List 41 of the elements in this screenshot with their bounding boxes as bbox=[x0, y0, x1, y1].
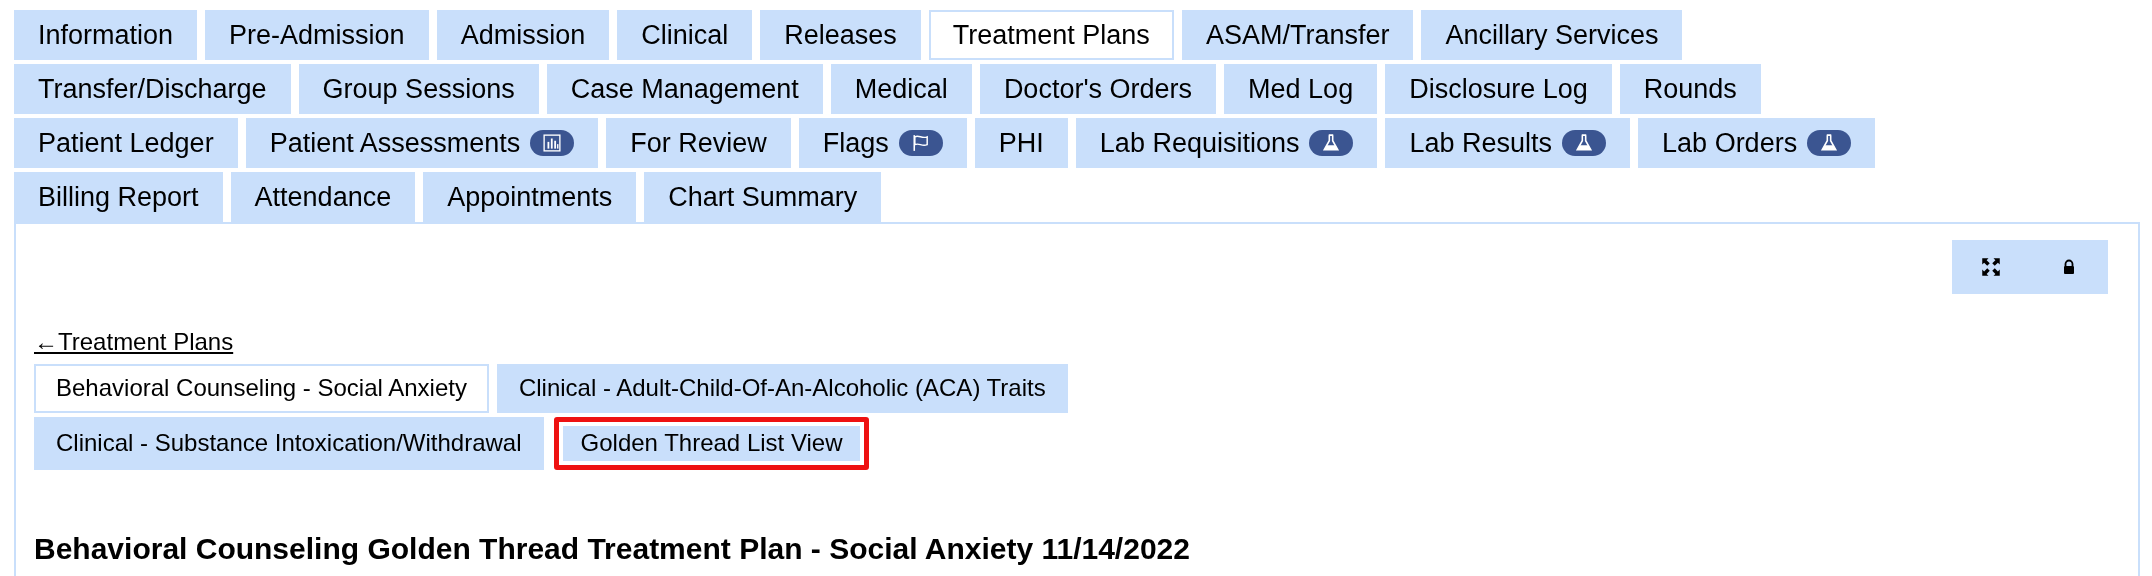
expand-icon bbox=[1981, 257, 2001, 277]
tab[interactable]: Ancillary Services bbox=[1421, 10, 1683, 60]
tab[interactable]: Lab Results bbox=[1385, 118, 1631, 168]
tab[interactable]: Case Management bbox=[546, 64, 823, 114]
tab[interactable]: Flags bbox=[798, 118, 967, 168]
tab[interactable]: Lab Requisitions bbox=[1075, 118, 1378, 168]
tab[interactable]: Med Log bbox=[1224, 64, 1378, 114]
tab[interactable]: For Review bbox=[606, 118, 791, 168]
tab[interactable]: Treatment Plans bbox=[928, 10, 1174, 60]
tab[interactable]: ASAM/Transfer bbox=[1181, 10, 1414, 60]
tab[interactable]: Pre-Admission bbox=[205, 10, 429, 60]
tab[interactable]: PHI bbox=[974, 118, 1068, 168]
plan-tab[interactable]: Clinical - Substance Intoxication/Withdrawal bbox=[34, 416, 544, 470]
tab[interactable]: Releases bbox=[760, 10, 921, 60]
tab[interactable]: Transfer/Discharge bbox=[14, 64, 291, 114]
tab[interactable]: Disclosure Log bbox=[1385, 64, 1612, 114]
tab[interactable]: Rounds bbox=[1619, 64, 1761, 114]
bar-chart-icon bbox=[543, 134, 562, 152]
tab[interactable]: Chart Summary bbox=[644, 172, 882, 222]
tab[interactable]: Admission bbox=[436, 10, 610, 60]
tab[interactable]: Clinical bbox=[617, 10, 753, 60]
plan-tab[interactable]: Clinical - Adult-Child-Of-An-Alcoholic (ACA) Traits bbox=[496, 364, 1068, 413]
tab[interactable]: Information bbox=[14, 10, 198, 60]
tab[interactable]: Billing Report bbox=[14, 172, 223, 222]
flask-icon bbox=[1575, 134, 1594, 152]
tab[interactable]: Patient Ledger bbox=[14, 118, 238, 168]
back-link[interactable]: ←Treatment Plans bbox=[34, 324, 234, 360]
plan-tab[interactable]: Behavioral Counseling - Social Anxiety bbox=[34, 364, 489, 413]
tab[interactable]: Doctor's Orders bbox=[979, 64, 1217, 114]
flag-icon bbox=[911, 134, 930, 152]
flask-icon bbox=[1820, 134, 1839, 152]
tab[interactable]: Medical bbox=[830, 64, 972, 114]
plan-heading: Behavioral Counseling Golden Thread Treatment Plan - Social Anxiety 11/14/2022 bbox=[34, 530, 1191, 567]
tab[interactable]: Lab Orders bbox=[1638, 118, 1876, 168]
plan-tab[interactable]: Golden Thread List View bbox=[553, 416, 870, 470]
tab[interactable]: Appointments bbox=[423, 172, 637, 222]
tab[interactable]: Group Sessions bbox=[298, 64, 539, 114]
lock-icon bbox=[2061, 258, 2077, 276]
tab[interactable]: Attendance bbox=[230, 172, 416, 222]
flask-icon bbox=[1322, 134, 1341, 152]
tab[interactable]: Patient Assessments bbox=[245, 118, 599, 168]
